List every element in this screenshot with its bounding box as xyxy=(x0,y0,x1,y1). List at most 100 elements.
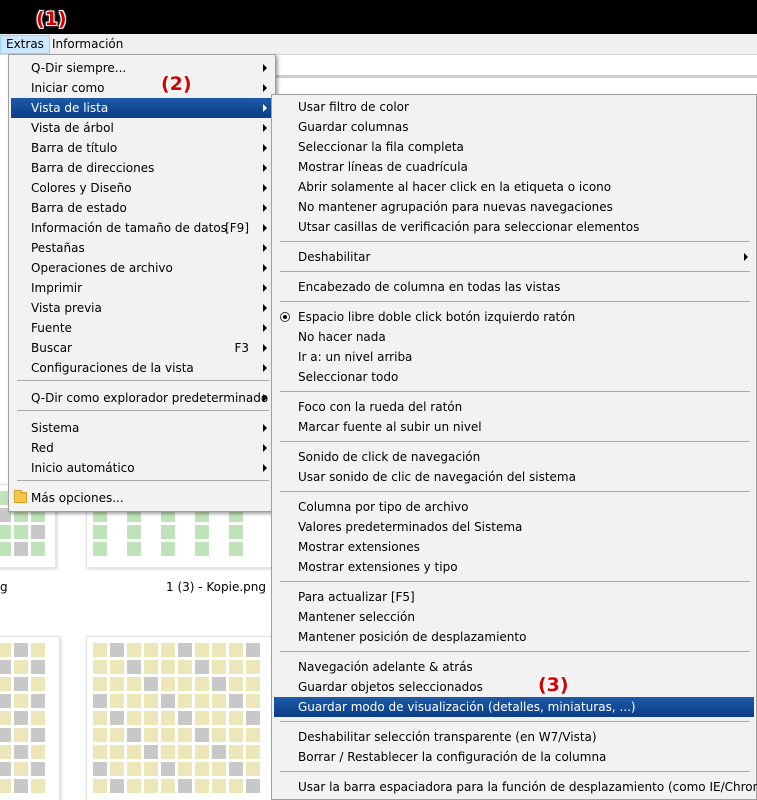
submenu-item-borrar-restablecer-la-configuracion-de-l[interactable]: Borrar / Restablecer la configuración de… xyxy=(274,747,754,767)
submenu-item-no-mantener-agrupacion-para-nuevas-naveg[interactable]: No mantener agrupación para nuevas naveg… xyxy=(274,197,754,217)
thumbnail-cell xyxy=(110,762,124,776)
submenu-item-label: Deshabilitar selección transparente (en … xyxy=(298,730,597,744)
menu-item-colores-y-diseno[interactable]: Colores y Diseño xyxy=(11,178,273,198)
menu-item-vista-de-lista[interactable]: Vista de lista xyxy=(11,98,273,118)
submenu-item-espacio-libre-doble-click-boton-izquierd[interactable]: Espacio libre doble click botón izquierd… xyxy=(274,307,754,327)
menu-item-vista-previa[interactable]: Vista previa xyxy=(11,298,273,318)
thumbnail-cell xyxy=(178,525,192,539)
thumbnail-3[interactable] xyxy=(0,636,60,800)
thumbnail-cell xyxy=(110,728,124,742)
chevron-right-icon xyxy=(263,224,267,232)
submenu-item-abrir-solamente-al-hacer-click-en-la-eti[interactable]: Abrir solamente al hacer click en la eti… xyxy=(274,177,754,197)
thumbnail-cell xyxy=(178,643,192,657)
menu-item-inicio-automatico[interactable]: Inicio automático xyxy=(11,458,273,478)
menu-item-red[interactable]: Red xyxy=(11,438,273,458)
thumbnail-cell xyxy=(144,677,158,691)
thumbnail-cell xyxy=(229,745,243,759)
submenu-item-utsar-casillas-de-verificacion-para-sele[interactable]: Utsar casillas de verificación para sele… xyxy=(274,217,754,237)
thumbnail-cell xyxy=(161,694,175,708)
thumbnail-cell xyxy=(31,677,45,691)
submenu-item-guardar-columnas[interactable]: Guardar columnas xyxy=(274,117,754,137)
menu-separator xyxy=(280,441,750,442)
menu-item-q-dir-siempre[interactable]: Q-Dir siempre... xyxy=(11,58,273,78)
thumbnail-cell xyxy=(212,542,226,556)
thumbnail-cell xyxy=(31,643,45,657)
thumbnail-cell xyxy=(195,643,209,657)
thumbnail-cell xyxy=(178,711,192,725)
submenu-item-seleccionar-la-fila-completa[interactable]: Seleccionar la fila completa xyxy=(274,137,754,157)
submenu-item-valores-predeterminados-del-sistema[interactable]: Valores predeterminados del Sistema xyxy=(274,517,754,537)
submenu-item-mantener-posicion-de-desplazamiento[interactable]: Mantener posición de desplazamiento xyxy=(274,627,754,647)
menu-item-label: Q-Dir siempre... xyxy=(31,61,127,75)
submenu-item-usar-la-barra-espaciadora-para-la-funcio[interactable]: Usar la barra espaciadora para la funció… xyxy=(274,777,757,797)
submenu-item-label: Abrir solamente al hacer click en la eti… xyxy=(298,180,612,194)
menu-item-barra-de-titulo[interactable]: Barra de título xyxy=(11,138,273,158)
menu-item-buscar[interactable]: Buscar F3 xyxy=(11,338,273,358)
thumbnail-cell xyxy=(110,525,124,539)
submenu-item-mostrar-extensiones[interactable]: Mostrar extensiones xyxy=(274,537,754,557)
thumbnail-cell xyxy=(178,745,192,759)
thumbnail-cell xyxy=(161,779,175,793)
thumbnail-cell xyxy=(212,694,226,708)
menu-separator xyxy=(280,391,750,392)
thumbnail-cell xyxy=(246,660,260,674)
submenu-item-marcar-fuente-al-subir-un-nivel[interactable]: Marcar fuente al subir un nivel xyxy=(274,417,754,437)
menu-item-barra-de-estado[interactable]: Barra de estado xyxy=(11,198,273,218)
submenu-item-mostrar-extensiones-y-tipo[interactable]: Mostrar extensiones y tipo xyxy=(274,557,754,577)
chevron-right-icon xyxy=(263,364,267,372)
submenu-item-sonido-de-click-de-navegacion[interactable]: Sonido de click de navegación xyxy=(274,447,754,467)
thumbnail-cell xyxy=(110,660,124,674)
menu-item-informacion-de-tamano-de-datos[interactable]: Información de tamaño de datos [F9] xyxy=(11,218,273,238)
menu-item-vista-de-arbol[interactable]: Vista de árbol xyxy=(11,118,273,138)
thumbnail-cell xyxy=(195,677,209,691)
submenu-item-usar-sonido-de-clic-de-navegacion-del-si[interactable]: Usar sonido de clic de navegación del si… xyxy=(274,467,754,487)
thumbnail-cell xyxy=(31,542,45,556)
thumbnail-cell xyxy=(14,677,28,691)
menu-informacion[interactable]: Información xyxy=(47,35,128,54)
submenu-item-no-hacer-nada[interactable]: No hacer nada xyxy=(274,327,754,347)
chevron-right-icon xyxy=(263,64,267,72)
menu-item-mas-opciones[interactable]: Más opciones... xyxy=(11,488,273,508)
menu-item-operaciones-de-archivo[interactable]: Operaciones de archivo xyxy=(11,258,273,278)
menu-extras[interactable]: Extras xyxy=(0,35,50,54)
thumbnail-cell xyxy=(246,779,260,793)
submenu-item-para-actualizar-f5[interactable]: Para actualizar [F5] xyxy=(274,587,754,607)
thumbnail-cell xyxy=(0,525,11,539)
menu-separator xyxy=(280,651,750,652)
submenu-item-mantener-seleccion[interactable]: Mantener selección xyxy=(274,607,754,627)
thumbnail-4[interactable] xyxy=(86,636,276,800)
thumbnail-cell xyxy=(110,779,124,793)
menu-item-sistema[interactable]: Sistema xyxy=(11,418,273,438)
thumbnail-cell xyxy=(178,762,192,776)
menu-item-q-dir-como-explorador-predeterminado[interactable]: Q-Dir como explorador predeterminado xyxy=(11,388,273,408)
submenu-item-guardar-objetos-seleccionados[interactable]: Guardar objetos seleccionados xyxy=(274,677,754,697)
submenu-item-foco-con-la-rueda-del-raton[interactable]: Foco con la rueda del ratón xyxy=(274,397,754,417)
submenu-item-label: Guardar modo de visualización (detalles,… xyxy=(298,700,636,714)
submenu-item-navegacion-adelante-atras[interactable]: Navegación adelante & atrás xyxy=(274,657,754,677)
submenu-item-guardar-modo-de-visualizacion-detalles-m[interactable]: Guardar modo de visualización (detalles,… xyxy=(274,697,754,717)
menu-item-iniciar-como[interactable]: Iniciar como xyxy=(11,78,273,98)
thumbnail-cell xyxy=(195,779,209,793)
menu-item-configuraciones-de-la-vista[interactable]: Configuraciones de la vista xyxy=(11,358,273,378)
thumbnail-cell xyxy=(178,660,192,674)
submenu-item-deshabilitar[interactable]: Deshabilitar xyxy=(274,247,754,267)
submenu-item-usar-filtro-de-color[interactable]: Usar filtro de color xyxy=(274,97,754,117)
menu-item-fuente[interactable]: Fuente xyxy=(11,318,273,338)
submenu-item-seleccionar-todo[interactable]: Seleccionar todo xyxy=(274,367,754,387)
submenu-item-label: Usar sonido de clic de navegación del si… xyxy=(298,470,576,484)
menu-item-imprimir[interactable]: Imprimir xyxy=(11,278,273,298)
menu-separator xyxy=(280,721,750,722)
submenu-item-columna-por-tipo-de-archivo[interactable]: Columna por tipo de archivo xyxy=(274,497,754,517)
menu-item-barra-de-direcciones[interactable]: Barra de direcciones xyxy=(11,158,273,178)
thumbnail-cell xyxy=(212,762,226,776)
radio-selected-icon xyxy=(280,312,290,322)
submenu-item-encabezado-de-columna-en-todas-las-vista[interactable]: Encabezado de columna en todas las vista… xyxy=(274,277,754,297)
submenu-item-mostrar-lineas-de-cuadricula[interactable]: Mostrar líneas de cuadrícula xyxy=(274,157,754,177)
menu-item-pestanas[interactable]: Pestañas xyxy=(11,238,273,258)
chevron-right-icon xyxy=(263,324,267,332)
menu-item-shortcut: [F9] xyxy=(225,221,249,235)
thumbnail-cell xyxy=(144,694,158,708)
submenu-item-label: Usar filtro de color xyxy=(298,100,409,114)
submenu-item-ir-a-un-nivel-arriba[interactable]: Ir a: un nivel arriba xyxy=(274,347,754,367)
submenu-item-deshabilitar-seleccion-transparente-en-w[interactable]: Deshabilitar selección transparente (en … xyxy=(274,727,754,747)
